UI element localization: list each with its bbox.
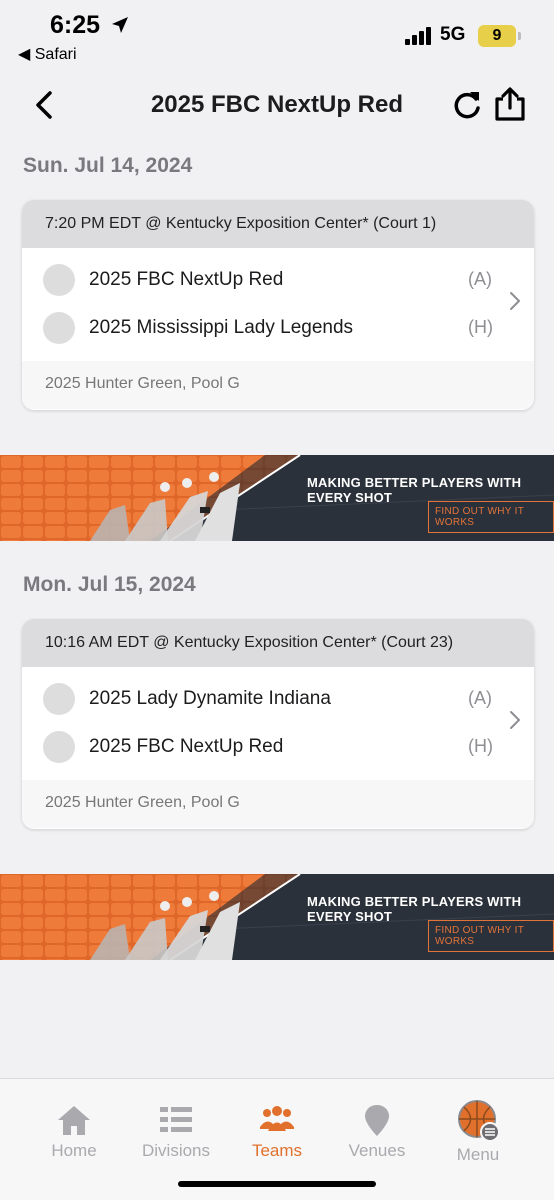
team-side: (H) — [468, 736, 493, 756]
game-time-venue: 7:20 PM EDT @ Kentucky Exposition Center… — [22, 200, 534, 248]
date-header: Mon. Jul 15, 2024 — [23, 573, 196, 596]
tab-label: Home — [51, 1141, 97, 1160]
pool-info: 2025 Hunter Green, Pool G — [22, 780, 534, 828]
ad-banner[interactable]: MAKING BETTER PLAYERS WITH EVERY SHOT FI… — [0, 455, 554, 541]
status-time: 6:25 — [50, 11, 101, 39]
network-type: 5G — [440, 24, 466, 45]
home-indicator — [178, 1181, 376, 1187]
game-teams: 2025 Lady Dynamite Indiana (A) 2025 FBC … — [22, 667, 534, 780]
tab-home[interactable]: Home — [24, 1079, 124, 1169]
ad-banner[interactable]: MAKING BETTER PLAYERS WITH EVERY SHOT FI… — [0, 874, 554, 960]
team-row: 2025 FBC NextUp Red (H) — [22, 723, 534, 771]
team-side: (A) — [468, 688, 492, 708]
team-name: 2025 FBC NextUp Red — [89, 736, 284, 757]
battery-icon: 9 — [478, 25, 516, 47]
back-to-safari-link[interactable]: ◀ Safari — [18, 44, 77, 64]
team-row: 2025 FBC NextUp Red (A) — [22, 256, 534, 304]
team-name: 2025 Mississippi Lady Legends — [89, 317, 354, 338]
location-pin-icon — [365, 1105, 389, 1136]
ad-cta-button[interactable]: FIND OUT WHY IT WORKS — [428, 920, 554, 952]
tab-label: Menu — [456, 1145, 500, 1164]
battery-tip — [518, 32, 521, 40]
date-header: Sun. Jul 14, 2024 — [23, 154, 193, 177]
ad-cta-button[interactable]: FIND OUT WHY IT WORKS — [428, 501, 554, 533]
divisions-icon — [160, 1107, 192, 1132]
tab-divisions[interactable]: Divisions — [126, 1079, 226, 1169]
tab-menu[interactable]: Menu — [428, 1079, 528, 1169]
chevron-right-icon — [510, 711, 520, 729]
refresh-icon[interactable] — [450, 89, 484, 121]
home-icon — [58, 1106, 90, 1135]
team-row: 2025 Lady Dynamite Indiana (A) — [22, 675, 534, 723]
team-side: (A) — [468, 269, 492, 289]
team-logo-placeholder — [43, 264, 75, 296]
team-name: 2025 Lady Dynamite Indiana — [89, 688, 331, 709]
pool-info: 2025 Hunter Green, Pool G — [22, 361, 534, 409]
game-card[interactable]: 10:16 AM EDT @ Kentucky Exposition Cente… — [22, 619, 534, 829]
tab-label: Divisions — [141, 1141, 211, 1160]
share-icon[interactable] — [492, 86, 528, 122]
location-arrow-icon — [112, 17, 128, 33]
team-row: 2025 Mississippi Lady Legends (H) — [22, 304, 534, 352]
team-side: (H) — [468, 317, 493, 337]
tab-teams[interactable]: Teams — [227, 1079, 327, 1169]
team-logo-placeholder — [43, 683, 75, 715]
status-bar: 6:25 ◀ Safari 5G 9 — [0, 0, 554, 70]
game-teams: 2025 FBC NextUp Red (A) 2025 Mississippi… — [22, 248, 534, 361]
team-logo-placeholder — [43, 312, 75, 344]
chevron-right-icon — [510, 292, 520, 310]
game-card[interactable]: 7:20 PM EDT @ Kentucky Exposition Center… — [22, 200, 534, 410]
tab-label: Venues — [348, 1141, 406, 1160]
team-name: 2025 FBC NextUp Red — [89, 269, 284, 290]
teams-icon — [260, 1106, 294, 1131]
tab-label: Teams — [251, 1141, 303, 1160]
team-logo-placeholder — [43, 731, 75, 763]
navigation-bar: 2025 FBC NextUp Red — [0, 80, 554, 130]
cellular-signal-icon — [405, 27, 435, 45]
basketball-menu-icon — [458, 1100, 500, 1142]
tab-venues[interactable]: Venues — [327, 1079, 427, 1169]
game-time-venue: 10:16 AM EDT @ Kentucky Exposition Cente… — [22, 619, 534, 667]
